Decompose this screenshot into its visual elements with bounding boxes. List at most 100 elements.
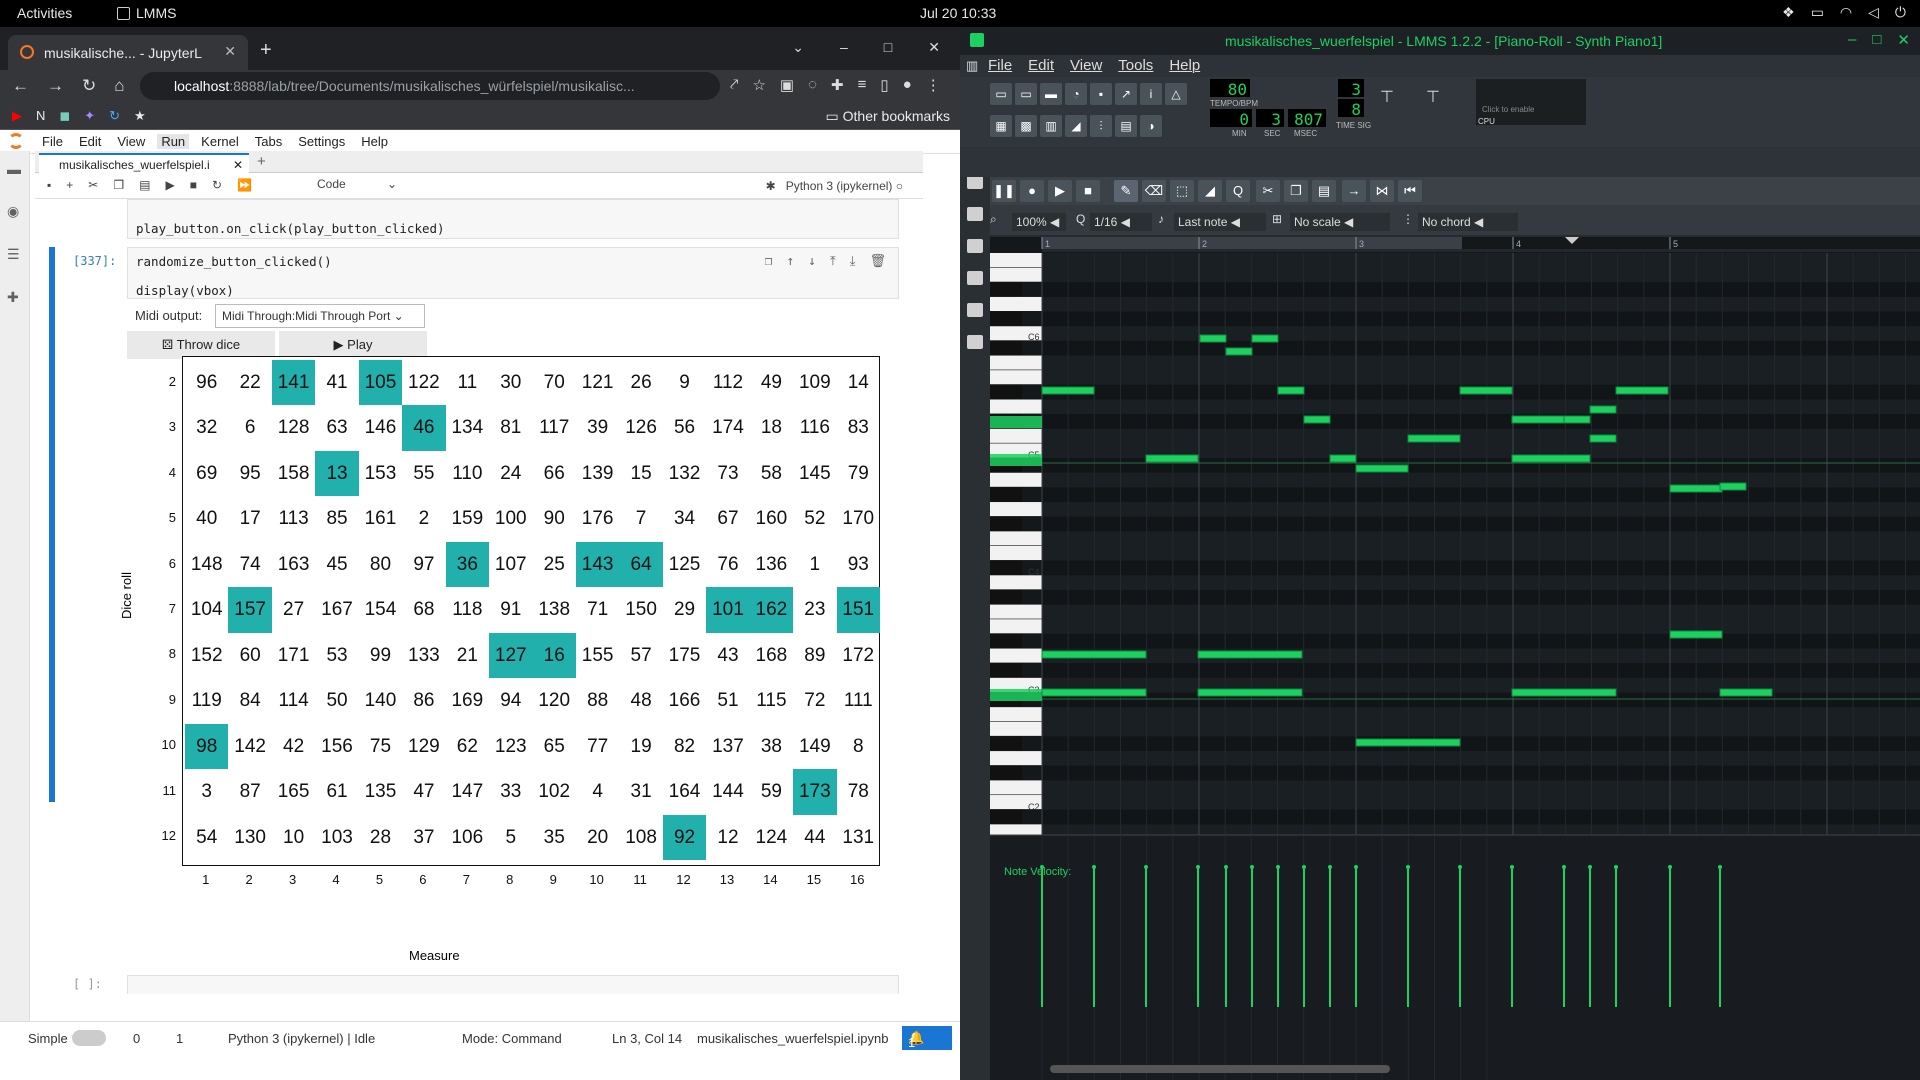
close-tab-icon[interactable]: ✕ <box>224 43 236 60</box>
menu-edit[interactable]: Edit <box>79 134 101 149</box>
browser-tab-jupyter[interactable]: musikalische... - JupyterL ✕ <box>8 35 248 70</box>
record-while-playing-icon[interactable]: ▶ <box>1048 180 1072 202</box>
dropbox-icon[interactable]: ❖ <box>1782 4 1795 21</box>
cursor-position[interactable]: Ln 3, Col 14 <box>612 1031 682 1046</box>
notion-icon[interactable]: N <box>36 108 45 124</box>
insert-cell-icon[interactable]: + <box>66 178 73 192</box>
automation-editor-icon[interactable]: ◢ <box>1065 115 1087 137</box>
insert-below-icon[interactable]: ⤓ <box>850 254 856 269</box>
sidepanel-icon[interactable]: ▯ <box>880 76 888 94</box>
duplicate-icon[interactable]: ❐ <box>765 254 773 269</box>
address-bar[interactable]: localhost:8888/lab/tree/Documents/musika… <box>140 72 720 100</box>
kernel-status[interactable]: Python 3 (ipykernel) | Idle <box>228 1031 375 1046</box>
home-icon[interactable]: ⌂ <box>114 76 124 96</box>
project-notes-icon[interactable]: ▤ <box>1115 115 1137 137</box>
scale-select[interactable]: No scale ◀ <box>1290 213 1390 231</box>
timesig-denominator[interactable]: 8 <box>1338 99 1364 119</box>
active-code-cell[interactable]: randomize_button_clicked() display(vbox)… <box>127 247 899 299</box>
run-icon[interactable]: ▶ <box>165 178 174 192</box>
piano-roll-editor[interactable]: 12345C6C5C4C3C2Note Velocity: <box>990 237 1920 1080</box>
copy-icon[interactable]: ❐ <box>113 178 124 192</box>
minimize-icon[interactable]: – <box>840 39 848 56</box>
copy-icon[interactable]: ❐ <box>1284 180 1308 202</box>
run-all-icon[interactable]: ⏩ <box>237 178 252 192</box>
maximize-icon[interactable]: □ <box>884 39 892 56</box>
cut-icon[interactable]: ✂ <box>1256 180 1280 202</box>
quantize-icon[interactable]: Q <box>1226 180 1250 202</box>
youtube-icon[interactable]: ▶ <box>12 108 22 124</box>
lmms-menu-help[interactable]: Help <box>1169 57 1200 74</box>
other-bookmarks[interactable]: ▭ Other bookmarks <box>826 108 951 125</box>
record-icon[interactable]: ● <box>1020 180 1044 202</box>
insert-above-icon[interactable]: ⤒ <box>830 254 836 269</box>
beat-editor-icon[interactable]: ▩ <box>1015 115 1037 137</box>
cpu-graph[interactable]: Click to enable CPU <box>1476 79 1586 126</box>
close-window-icon[interactable]: ✕ <box>1897 31 1910 49</box>
extension-icon[interactable]: ◌ <box>808 76 817 94</box>
new-launcher-button[interactable]: + <box>257 153 266 170</box>
lmms-menu-file[interactable]: File <box>988 57 1012 74</box>
star-bookmark-icon[interactable]: ★ <box>134 108 146 124</box>
open-project-icon[interactable]: ▬ <box>1040 83 1062 105</box>
kebab-menu-icon[interactable]: ⋮ <box>926 76 941 94</box>
reload-icon[interactable]: ↻ <box>82 76 96 96</box>
puzzle-icon[interactable]: ✚ <box>831 76 844 94</box>
step-forward-icon[interactable]: → <box>1342 180 1366 202</box>
sparkle-icon[interactable]: ✦ <box>84 108 95 124</box>
tab-search-icon[interactable]: ⌄ <box>792 39 804 56</box>
paste-icon[interactable]: ▤ <box>139 178 150 192</box>
quantize-select[interactable]: 1/16 ◀ <box>1090 213 1152 231</box>
controller-rack-icon[interactable]: ◑ <box>1140 115 1162 137</box>
projects-icon[interactable] <box>967 207 983 221</box>
delete-icon[interactable]: 🗑 <box>869 254 886 269</box>
menu-kernel[interactable]: Kernel <box>201 134 239 149</box>
running-icon[interactable]: ◉ <box>7 203 23 219</box>
timesig-numerator[interactable]: 3 <box>1338 79 1364 99</box>
erase-mode-icon[interactable]: ⌫ <box>1142 180 1166 202</box>
save-project-icon[interactable]: ▪ <box>1090 83 1112 105</box>
zoom-select[interactable]: 100% ◀ <box>1012 213 1066 231</box>
new-tab-button[interactable]: + <box>260 39 272 62</box>
display-icon[interactable]: ▭ <box>1811 4 1824 21</box>
active-app-indicator[interactable]: LMMS <box>117 5 176 21</box>
paste-icon[interactable]: ▤ <box>1312 180 1336 202</box>
maximize-icon[interactable]: □ <box>1872 31 1881 49</box>
computer-icon[interactable] <box>967 335 983 349</box>
master-volume-slider[interactable]: ⊤ <box>1380 87 1410 117</box>
recent-projects-icon[interactable]: ◔ <box>1065 83 1087 105</box>
song-editor-icon[interactable]: ▦ <box>990 115 1012 137</box>
stop-behavior-icon[interactable]: ⋈ <box>1370 180 1394 202</box>
note-length-select[interactable]: Last note ◀ <box>1174 213 1266 231</box>
activities-button[interactable]: Activities <box>17 5 72 21</box>
cell-type-select[interactable]: Code ⌄ <box>317 177 397 191</box>
folder-icon[interactable]: ▬ <box>7 161 23 177</box>
piano-roll-icon[interactable]: ▥ <box>1040 115 1062 137</box>
back-to-start-icon[interactable]: ⏮ <box>1398 180 1422 202</box>
forward-icon[interactable]: → <box>47 76 64 96</box>
move-up-icon[interactable]: ↑ <box>786 254 794 269</box>
stop-icon[interactable]: ■ <box>1076 180 1100 202</box>
notification-button[interactable]: 1 🔔 <box>902 1026 952 1050</box>
toc-icon[interactable]: ☰ <box>7 246 23 262</box>
master-pitch-slider[interactable]: ⊤ <box>1426 87 1456 117</box>
lmms-menu-tools[interactable]: Tools <box>1118 57 1153 74</box>
move-down-icon[interactable]: ↓ <box>808 254 816 269</box>
midi-output-select[interactable]: Midi Through:Midi Through Port ⌄ <box>215 304 425 328</box>
cut-icon[interactable]: ✂ <box>88 178 98 192</box>
wifi-icon[interactable]: ◠ <box>1840 4 1852 21</box>
sync-icon[interactable]: ↻ <box>109 108 120 124</box>
instrument-plugins-icon[interactable] <box>967 175 983 189</box>
chord-select[interactable]: No chord ◀ <box>1418 213 1518 231</box>
pause-icon[interactable]: ❚❚ <box>992 180 1016 202</box>
lmms-menu-edit[interactable]: Edit <box>1028 57 1054 74</box>
menu-file[interactable]: File <box>42 134 63 149</box>
close-notebook-icon[interactable]: ✕ <box>233 158 243 172</box>
home-folder-icon[interactable] <box>967 303 983 317</box>
notebook-tab[interactable]: musikalisches_wuerfelspiel.i ✕ <box>39 153 249 173</box>
extension-icon[interactable]: ▣ <box>780 76 794 94</box>
menu-view[interactable]: View <box>117 134 145 149</box>
clock[interactable]: Jul 20 10:33 <box>920 5 996 21</box>
system-tray[interactable]: ❖ ▭ ◠ ◁ ⏻ <box>1782 4 1906 21</box>
draw-mode-icon[interactable]: ✎ <box>1114 180 1138 202</box>
extension-manager-icon[interactable]: ✚ <box>7 289 23 305</box>
